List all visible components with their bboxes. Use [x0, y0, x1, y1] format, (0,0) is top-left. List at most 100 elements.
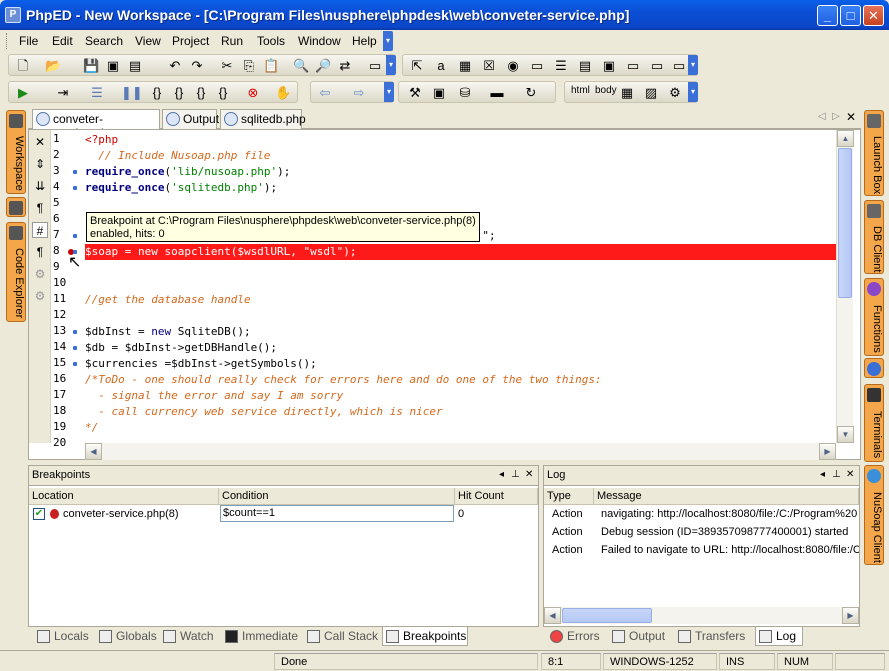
scroll-left-icon[interactable]: ◀ — [85, 443, 102, 460]
menu-window[interactable]: Window — [298, 34, 341, 48]
tab-call-stack[interactable]: Call Stack — [304, 627, 382, 646]
tab-watch[interactable]: Watch — [160, 627, 218, 646]
paint-icon[interactable]: ⛁ — [457, 85, 473, 101]
html-toolbar-overflow-chevron-icon[interactable]: ▾ — [688, 55, 698, 75]
step-over-icon[interactable]: {} — [171, 85, 187, 101]
html-tag-button[interactable]: html — [571, 85, 590, 96]
color-icon[interactable]: ▬ — [489, 85, 505, 101]
bookmark-icon[interactable]: ⇊ — [32, 178, 48, 194]
search-panel-tab[interactable] — [6, 197, 26, 217]
condition-input[interactable]: $count==1 — [220, 505, 454, 522]
maximize-button[interactable]: □ — [840, 5, 861, 26]
list-icon[interactable]: ☰ — [553, 58, 569, 74]
run-icon[interactable]: ▶ — [15, 85, 31, 101]
column-header[interactable]: Hit Count — [455, 488, 538, 505]
scroll-thumb[interactable] — [838, 148, 852, 298]
log-horizontal-scrollbar[interactable]: ◀ ▶ — [544, 607, 859, 624]
preview-icon[interactable]: ▣ — [431, 85, 447, 101]
encoding[interactable]: WINDOWS-1252 — [603, 653, 717, 670]
options-icon[interactable]: ⚙ — [32, 288, 48, 304]
image-icon[interactable]: ▨ — [643, 85, 659, 101]
object-icon[interactable]: ⚙ — [667, 85, 683, 101]
whitespace-icon[interactable]: ¶ — [32, 244, 48, 260]
phped-icon[interactable]: P — [5, 7, 21, 23]
cut-icon[interactable]: ✂ — [219, 58, 235, 74]
step-into-icon[interactable]: {} — [149, 85, 165, 101]
hidden-field-icon[interactable]: ▭ — [529, 58, 545, 74]
db-client-tab[interactable]: DB Client — [864, 200, 884, 274]
undo-icon[interactable]: ↶ — [167, 58, 183, 74]
enabled-checkbox[interactable]: ✔ — [33, 508, 45, 520]
combo-icon[interactable]: ▤ — [577, 58, 593, 74]
checkbox-icon[interactable]: ☒ — [481, 58, 497, 74]
indent-icon[interactable]: ¶ — [32, 200, 48, 216]
pin-icon[interactable]: ⊥ — [511, 469, 520, 480]
input-icon[interactable]: ▭ — [625, 58, 641, 74]
nav-overflow-chevron-icon[interactable]: ▾ — [384, 82, 394, 102]
menu-edit[interactable]: Edit — [52, 34, 73, 48]
tab-conveter-service[interactable]: conveter-service.php — [32, 109, 160, 140]
editor-vertical-scrollbar[interactable]: ▲ ▼ — [836, 130, 854, 443]
menu-project[interactable]: Project — [172, 34, 209, 48]
hand-icon[interactable]: ✋ — [275, 85, 291, 101]
close-editor-icon[interactable]: ✕ — [32, 134, 48, 150]
close-tab-icon[interactable]: ✕ — [846, 110, 856, 124]
menu-tools[interactable]: Tools — [257, 34, 285, 48]
goto-icon[interactable]: ⇕ — [32, 156, 48, 172]
submit-icon[interactable]: ▭ — [649, 58, 665, 74]
save-all-icon[interactable]: ▣ — [105, 58, 121, 74]
workspace-tab[interactable]: Workspace — [6, 110, 26, 194]
forward-icon[interactable]: ⇨ — [351, 85, 367, 101]
replace-icon[interactable]: ⇄ — [337, 58, 353, 74]
back-icon[interactable]: ⇦ — [317, 85, 333, 101]
tab-breakpoints[interactable]: Breakpoints — [382, 627, 468, 646]
tools-icon[interactable]: ⚒ — [407, 85, 423, 101]
menu-run[interactable]: Run — [221, 34, 243, 48]
tab-sqlitedb[interactable]: sqlitedb.php — [220, 109, 306, 129]
menu-view[interactable]: View — [135, 34, 161, 48]
scroll-right-icon[interactable]: ▶ — [819, 443, 836, 460]
textarea-icon[interactable]: ▣ — [601, 58, 617, 74]
stop-icon[interactable]: ⊗ — [245, 85, 261, 101]
menu-file[interactable]: File — [19, 34, 38, 48]
launch-box-tab[interactable]: Launch Box — [864, 110, 884, 196]
tab-output[interactable]: Output — [162, 109, 219, 129]
pause-icon[interactable]: ❚❚ — [121, 85, 143, 101]
redo-icon[interactable]: ↷ — [189, 58, 205, 74]
refresh-icon[interactable]: ↻ — [523, 85, 539, 101]
tab-output[interactable]: Output — [609, 627, 669, 646]
column-header[interactable]: Condition — [219, 488, 455, 505]
copy-icon[interactable]: ⎘ — [241, 58, 257, 74]
find-next-icon[interactable]: 🔎 — [315, 58, 331, 74]
print-icon[interactable]: ▤ — [127, 58, 143, 74]
settings-icon[interactable]: ⚙ — [32, 266, 48, 282]
table-icon[interactable]: ▦ — [457, 58, 473, 74]
tab-transfers[interactable]: Transfers — [675, 627, 749, 646]
step-out-icon[interactable]: {} — [193, 85, 209, 101]
terminals-tab[interactable]: Terminals — [864, 384, 884, 462]
tab-locals[interactable]: Locals — [34, 627, 93, 646]
menu-overflow-chevron-icon[interactable]: ▾ — [383, 31, 393, 51]
line-gutter[interactable]: 1 2 3 4 5 6 7 8 9 10 11 12 13 14 15 16 1… — [51, 130, 85, 449]
run-to-cursor-icon[interactable]: ⇥ — [55, 85, 71, 101]
new-file-icon[interactable]: 🗋 — [15, 58, 31, 74]
scroll-left-icon[interactable]: ◀ — [544, 607, 561, 624]
menu-help[interactable]: Help — [352, 34, 377, 48]
menu-grip[interactable] — [6, 33, 9, 49]
text-icon[interactable]: a — [433, 58, 449, 74]
open-icon[interactable]: 📂 — [45, 58, 61, 74]
body-tag-button[interactable]: body — [595, 85, 617, 96]
reset-icon[interactable]: ▭ — [671, 58, 687, 74]
step-list-icon[interactable]: ☰ — [89, 85, 105, 101]
toolbar-overflow-chevron-icon[interactable]: ▾ — [386, 55, 396, 75]
panel-close-icon[interactable]: ✕ — [525, 469, 533, 480]
save-icon[interactable]: 💾 — [83, 58, 99, 74]
close-button[interactable]: ✕ — [863, 5, 884, 26]
menu-search[interactable]: Search — [85, 34, 123, 48]
tab-log[interactable]: Log — [755, 627, 803, 646]
scroll-thumb[interactable] — [562, 608, 652, 623]
functions-tab[interactable]: Functions — [864, 278, 884, 356]
scroll-up-icon[interactable]: ▲ — [837, 130, 854, 147]
paste-icon[interactable]: 📋 — [263, 58, 279, 74]
radio-icon[interactable]: ◉ — [505, 58, 521, 74]
